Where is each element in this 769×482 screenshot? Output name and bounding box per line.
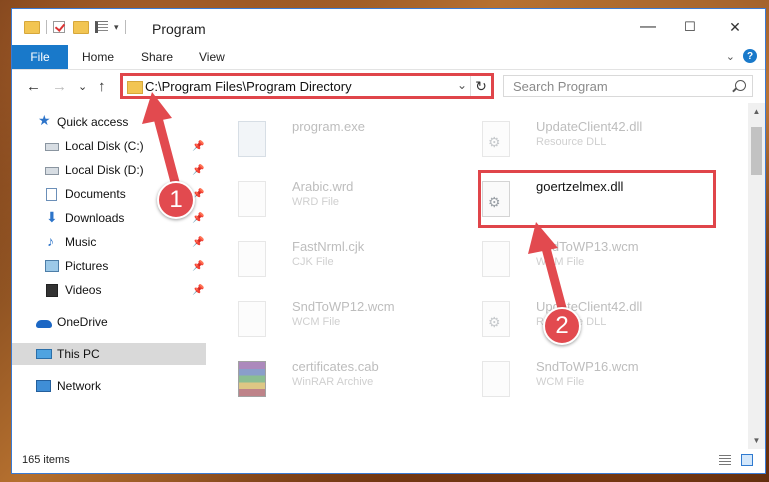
- arrow-to-address-bar: [142, 92, 181, 191]
- arrow-to-file: [528, 222, 567, 313]
- annotation-arrows: [142, 92, 567, 313]
- step-2-badge: 2: [543, 307, 581, 345]
- step-1-badge: 1: [157, 181, 195, 219]
